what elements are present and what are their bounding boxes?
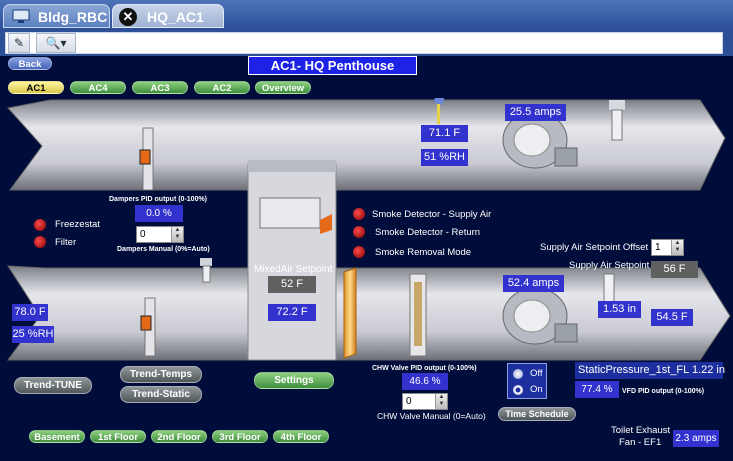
- tab-bldg-rbc[interactable]: Bldg_RBC: [3, 4, 110, 28]
- unit-tab-ac1[interactable]: AC1: [8, 81, 64, 94]
- tab-label: Bldg_RBC: [38, 9, 108, 25]
- trend-temps-button[interactable]: Trend-Temps: [120, 366, 202, 383]
- toolbar: ✎ 🔍▾: [0, 30, 733, 56]
- smoke-return-label: Smoke Detector - Return: [375, 227, 481, 238]
- smoke-removal-label: Smoke Removal Mode: [375, 247, 472, 258]
- floor-button-3rd[interactable]: 3rd Floor: [212, 430, 268, 443]
- humidity-top: 51 %RH: [421, 149, 468, 166]
- spinner-arrows-icon[interactable]: ▲ ▼: [435, 394, 447, 409]
- coil-icon: [409, 273, 427, 357]
- supply-setpoint-value: 56 F: [651, 261, 698, 278]
- tab-label: HQ_AC1: [147, 9, 204, 25]
- dampers-manual-value: 0: [140, 229, 146, 240]
- floor-button-4th[interactable]: 4th Floor: [273, 430, 329, 443]
- floor-button-2nd[interactable]: 2nd Floor: [151, 430, 207, 443]
- return-temp: 78.0 F: [12, 304, 48, 321]
- filter-label: Filter: [55, 237, 77, 248]
- smoke-return-indicator: [353, 226, 365, 238]
- setpoint-offset-label: Supply Air Setpoint Offset: [540, 242, 649, 253]
- chw-pid-value: 46.6 %: [402, 373, 448, 390]
- supply-fan-amps: 52.4 amps: [503, 275, 564, 292]
- search-icon[interactable]: 🔍▾: [36, 33, 76, 53]
- on-radio-icon[interactable]: [513, 385, 523, 395]
- settings-button[interactable]: Settings: [254, 372, 334, 389]
- static-pressure-label: StaticPressure_1st_FL: [578, 364, 689, 376]
- smoke-removal-indicator: [353, 246, 365, 258]
- exhaust-fan-label-line1: Toilet Exhaust: [611, 425, 671, 436]
- mixed-air-temp: 72.2 F: [268, 304, 316, 321]
- off-radio-icon[interactable]: [513, 369, 523, 379]
- floor-button-1st[interactable]: 1st Floor: [90, 430, 146, 443]
- setpoint-offset-value: 1: [655, 242, 661, 253]
- mixed-temp-top: 71.1 F: [421, 125, 468, 142]
- exhaust-fan-amps: 2.3 amps: [673, 430, 719, 447]
- dampers-pid-value: 0.0 %: [135, 205, 183, 222]
- unit-tab-overview[interactable]: Overview: [255, 81, 311, 94]
- monitor-icon: [12, 9, 30, 23]
- duct-static-value: 1.53 in: [598, 301, 641, 318]
- edit-icon[interactable]: ✎: [8, 33, 30, 53]
- close-icon[interactable]: ✕: [119, 8, 137, 26]
- floor-button-basement[interactable]: Basement: [29, 430, 85, 443]
- dampers-manual-input[interactable]: 0 ▲ ▼: [136, 226, 184, 243]
- back-button[interactable]: Back: [8, 57, 52, 70]
- vfd-pid-value: 77.4 %: [575, 381, 619, 398]
- dampers-pid-label: Dampers PID output (0-100%): [109, 196, 208, 203]
- spinner-arrows-icon[interactable]: ▲ ▼: [671, 240, 683, 255]
- trend-static-button[interactable]: Trend-Static: [120, 386, 202, 403]
- filter-indicator: [34, 236, 46, 248]
- chw-manual-label: CHW Valve Manual (0=Auto): [377, 411, 486, 421]
- chw-manual-input[interactable]: 0 ▲ ▼: [402, 393, 448, 410]
- setpoint-offset-input[interactable]: 1 ▲ ▼: [651, 239, 684, 256]
- page-title: AC1- HQ Penthouse: [248, 56, 417, 75]
- off-label: Off: [530, 368, 543, 379]
- mixed-air-setpoint: 52 F: [268, 276, 316, 293]
- smoke-supply-label: Smoke Detector - Supply Air: [372, 209, 492, 220]
- freezestat-indicator: [34, 219, 46, 231]
- unit-tab-ac4[interactable]: AC4: [70, 81, 126, 94]
- top-fan-amps: 25.5 amps: [505, 104, 566, 121]
- time-schedule-button[interactable]: Time Schedule: [498, 407, 576, 421]
- supply-setpoint-label: Supply Air Setpoint: [569, 260, 650, 271]
- trend-tune-button[interactable]: Trend-TUNE: [14, 377, 92, 394]
- chw-manual-value: 0: [406, 396, 412, 407]
- unit-tab-ac3[interactable]: AC3: [132, 81, 188, 94]
- vfd-pid-label: VFD PID output (0-100%): [622, 388, 705, 395]
- toolbar-strip: ✎ 🔍▾: [5, 32, 723, 54]
- supply-air-temp: 54.5 F: [651, 309, 693, 326]
- static-pressure-value: 1.22 in: [691, 364, 725, 376]
- unit-tab-ac2[interactable]: AC2: [194, 81, 250, 94]
- chw-pid-label: CHW Valve PID output (0-100%): [372, 365, 477, 372]
- dampers-manual-label: Dampers Manual (0%=Auto): [117, 246, 210, 253]
- smoke-supply-indicator: [353, 208, 365, 220]
- freezestat-label: Freezestat: [55, 219, 100, 230]
- return-humidity: 25 %RH: [12, 326, 54, 343]
- on-label: On: [530, 384, 543, 395]
- filter-icon: [343, 267, 357, 359]
- static-pressure-readout: StaticPressure_1st_FL 1.22 in: [575, 362, 725, 379]
- exhaust-fan-label-line2: Fan - EF1: [619, 437, 662, 448]
- tab-bar: Bldg_RBC ✕ HQ_AC1: [0, 0, 733, 30]
- schedule-radio-group: Off On: [507, 363, 547, 399]
- spinner-arrows-icon[interactable]: ▲ ▼: [171, 227, 183, 242]
- tab-hq-ac1[interactable]: ✕ HQ_AC1: [112, 4, 224, 28]
- mixed-air-label: MixedAir Setpoint: [254, 264, 333, 275]
